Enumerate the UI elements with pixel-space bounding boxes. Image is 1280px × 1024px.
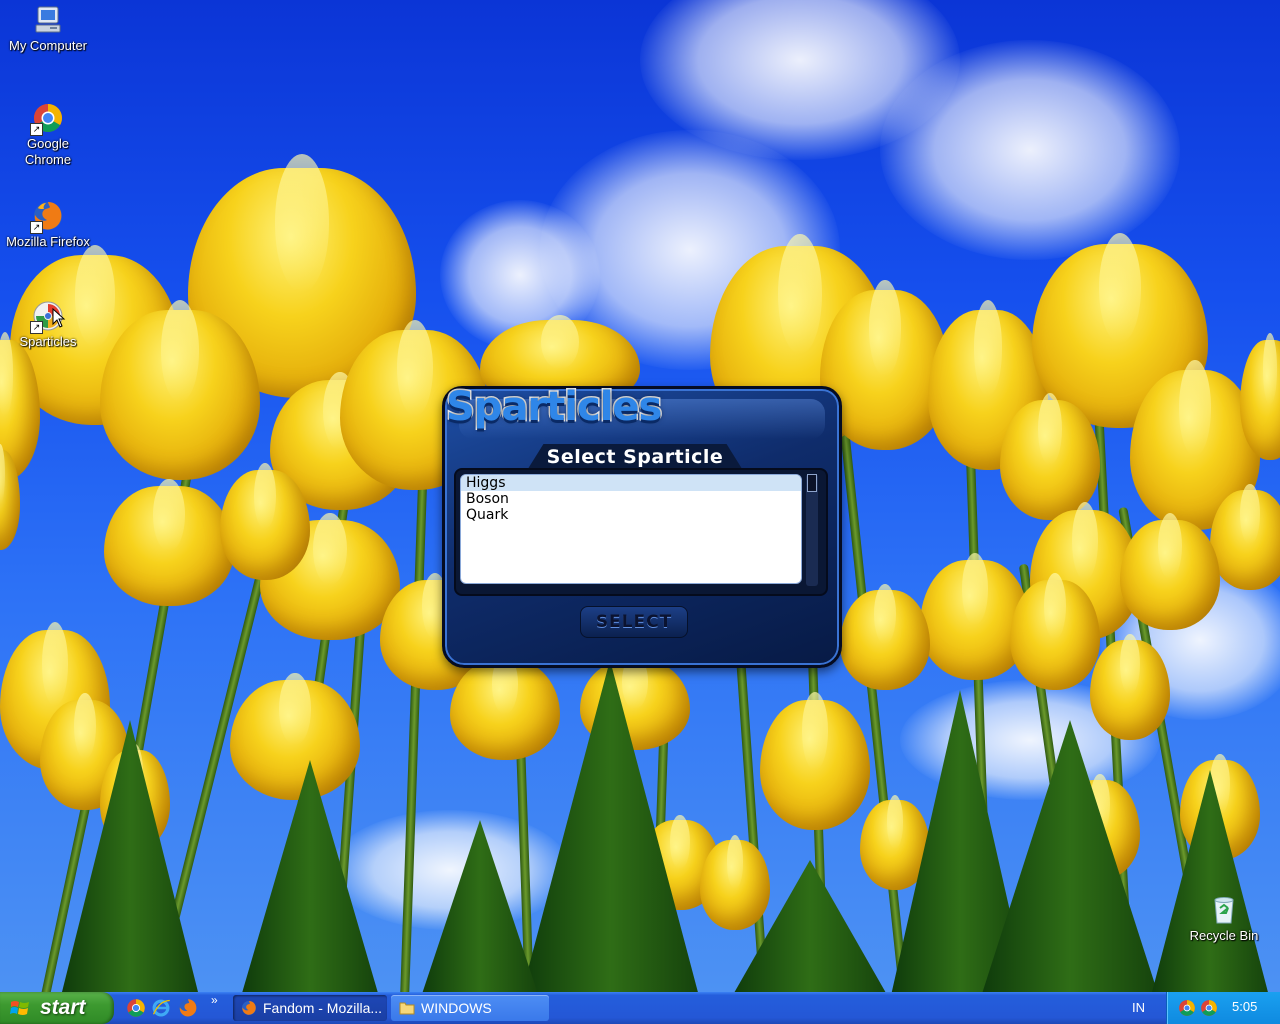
desktop-icon-sparticles[interactable]: ↗ Sparticles [0,300,96,350]
tulip-flower [230,672,360,800]
tulip-flower [760,692,870,830]
windows-logo-icon [10,1001,29,1015]
taskbar-button-label: Fandom - Mozilla... [263,1000,383,1016]
scrollbar-thumb[interactable] [807,474,817,492]
desktop-icon-label: Mozilla Firefox [6,234,90,249]
firefox-icon: ↗ [30,200,64,234]
start-label: start [40,996,86,1019]
tulip-flower [700,834,770,930]
tulip-flower [220,463,310,580]
recycle-bin-icon [1208,894,1240,926]
wallpaper-cloud [880,40,1180,260]
sparticle-heading: Select Sparticle [546,446,724,468]
chrome-tray-icon[interactable] [1178,999,1196,1017]
ie-icon[interactable] [151,998,171,1018]
tulip-flower [1010,573,1100,690]
select-button-label: SELECT [595,612,673,632]
taskbar: start » Fandom - Mozilla... WINDOWS IN 5… [0,992,1280,1024]
desktop-icon-mozilla-firefox[interactable]: ↗ Mozilla Firefox [0,200,96,250]
sparticle-listbox[interactable]: Higgs Boson Quark [460,474,802,584]
desktop-icon-label: Recycle Bin [1189,928,1259,943]
mouse-cursor-icon [52,308,66,328]
desktop-icon-recycle-bin[interactable]: Recycle Bin [1176,894,1272,944]
my-computer-icon [32,4,64,36]
firefox-icon[interactable] [178,998,198,1018]
desktop-icon-google-chrome[interactable]: ↗ Google Chrome [0,102,96,168]
desktop-icon-label: Sparticles [19,334,77,349]
chrome-icon[interactable] [126,998,146,1018]
tulip-flower [1210,484,1280,590]
tulip-stem [840,432,909,992]
tulip-flower [1090,634,1170,740]
list-item[interactable]: Quark [461,507,801,523]
sparticles-icon: ↗ [30,300,66,334]
chrome-tray-icon[interactable] [1200,999,1218,1017]
taskbar-button-windows[interactable]: WINDOWS [391,995,549,1021]
quick-launch-more-icon[interactable]: » [211,993,218,1007]
taskbar-button-fandom[interactable]: Fandom - Mozilla... [233,995,387,1021]
shortcut-arrow-icon: ↗ [30,321,43,334]
taskbar-clock[interactable]: 5:05 [1232,992,1257,1022]
tulip-flower [104,478,234,606]
list-item[interactable]: Higgs [461,475,801,491]
tulip-flower [1120,513,1220,630]
taskbar-button-label: WINDOWS [421,1000,492,1016]
language-indicator[interactable]: IN [1132,992,1145,1024]
shortcut-arrow-icon: ↗ [30,221,43,234]
sparticles-logo: Sparticles [444,383,663,432]
firefox-icon [242,1001,256,1015]
desktop-icon-label: Google Chrome [24,136,72,167]
desktop-icon-label: My Computer [8,38,88,53]
tulip-flower [840,584,930,690]
tulip-flower [450,654,560,760]
start-button[interactable]: start [0,992,114,1024]
desktop-icon-my-computer[interactable]: My Computer [0,4,96,54]
tulip-flower [100,299,260,480]
chrome-icon: ↗ [30,102,64,136]
list-scrollbar[interactable] [806,474,818,586]
folder-icon [399,1002,415,1015]
list-item[interactable]: Boson [461,491,801,507]
select-button[interactable]: SELECT [580,606,688,638]
sparticles-window[interactable]: Sparticles Select Sparticle Higgs Boson … [442,378,842,668]
system-tray [1166,992,1280,1024]
shortcut-arrow-icon: ↗ [30,123,43,136]
